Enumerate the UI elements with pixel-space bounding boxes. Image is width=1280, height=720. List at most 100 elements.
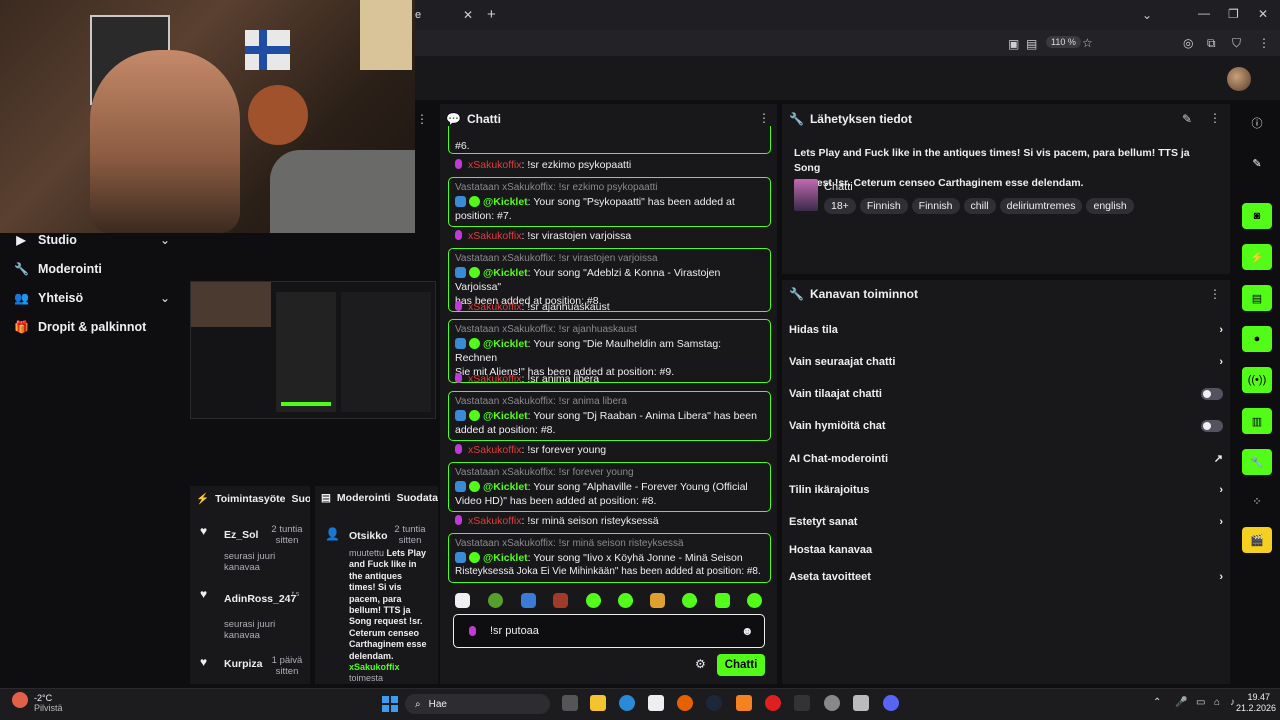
activity-item[interactable]: ♥ AdinRoss_247 t s seurasi juuri kanavaa (200, 587, 306, 641)
category-name[interactable]: Chatti (824, 181, 853, 193)
chat-message[interactable]: xSakukoffix: !sr minä seison risteyksess… (455, 515, 659, 527)
activity-item[interactable]: ♥ Ez_Sol 2 tuntia sitten seurasi juuri k… (200, 524, 306, 573)
weather-widget[interactable]: -2°C Pilvistä (34, 693, 63, 713)
username[interactable]: @Kicklet (483, 410, 528, 422)
emote-icon[interactable] (553, 593, 568, 608)
settings-icon[interactable]: ⚙ (695, 657, 706, 671)
opera-icon[interactable] (765, 695, 781, 711)
terminal-icon[interactable] (794, 695, 810, 711)
sidebar-item-studio[interactable]: ▶ Studio (14, 233, 77, 247)
chat-reply[interactable]: #6. (448, 126, 771, 154)
mic-icon[interactable]: 🎤 (1175, 697, 1187, 708)
action-age-restriction[interactable]: Tilin ikärajoitus › (789, 484, 1223, 496)
action-host-channel[interactable]: Hostaa kanavaa (789, 544, 1223, 556)
broadcast-icon[interactable]: ((•)) (1242, 367, 1272, 393)
pen-icon[interactable]: ✎ (1242, 150, 1272, 176)
layout-icon[interactable]: ▥ (1242, 408, 1272, 434)
username[interactable]: xSakukoffix (468, 515, 522, 527)
emote-icon[interactable] (747, 593, 762, 608)
chat-bubble-icon[interactable]: ● (1242, 326, 1272, 352)
toggle-switch[interactable] (1201, 420, 1223, 432)
tag[interactable]: 18+ (824, 198, 856, 214)
username[interactable]: @Kicklet (483, 196, 528, 208)
send-button[interactable]: Chatti (717, 654, 765, 676)
lightning-icon[interactable]: ⚡ (1242, 244, 1272, 270)
action-set-goals[interactable]: Aseta tavoitteet › (789, 571, 1223, 583)
emote-icon[interactable] (521, 593, 536, 608)
activity-user[interactable]: AdinRoss_247 (224, 593, 296, 605)
info-icon[interactable]: ⓘ (1242, 110, 1272, 136)
action-subscribers-only[interactable]: Vain tilaajat chatti (789, 388, 1223, 400)
taskbar-search[interactable]: ⌕ Hae (405, 694, 550, 714)
chat-reply[interactable]: Vastataan xSakukoffix: !sr ezkimo psykop… (448, 177, 771, 227)
chevron-down-icon[interactable]: ⌄ (160, 291, 170, 305)
action-followers-only[interactable]: Vain seuraajat chatti › (789, 356, 1223, 368)
more-icon[interactable]: ⋮ (1258, 36, 1270, 50)
chat-message[interactable]: xSakukoffix: !sr ezkimo psykopaatti (455, 159, 631, 171)
file-explorer-icon[interactable] (590, 695, 606, 711)
sidebar-item-yhteiso[interactable]: 👥 Yhteisö (14, 291, 83, 305)
activity-item[interactable]: ♥ Kurpiza 1 päivä sitten (200, 655, 306, 677)
firefox-icon[interactable] (677, 695, 693, 711)
more-icon[interactable]: ⋮ (1209, 287, 1221, 301)
username[interactable]: xSakukoffix (468, 301, 522, 313)
sidebar-item-dropit[interactable]: 🎁 Dropit & palkinnot (14, 320, 146, 334)
chat-reply[interactable]: Vastataan xSakukoffix: !sr anima libera … (448, 391, 771, 441)
emote-icon[interactable] (488, 593, 503, 608)
shield-icon[interactable]: ⛉ (1232, 36, 1241, 51)
emote-icon[interactable] (715, 593, 730, 608)
vlc-icon[interactable] (736, 695, 752, 711)
sidebar-item-moderointi[interactable]: 🔧 Moderointi (14, 262, 102, 276)
username[interactable]: @Kicklet (483, 338, 528, 350)
favorite-icon[interactable]: ☆ (1082, 36, 1093, 50)
tray-chevron-icon[interactable]: ⌃ (1153, 697, 1161, 708)
profile-icon[interactable]: ◎ (1183, 36, 1193, 50)
action-ai-moderation[interactable]: AI Chat-moderointi ↗ (789, 452, 1223, 466)
emote-icon[interactable] (586, 593, 601, 608)
username[interactable]: @Kicklet (483, 481, 528, 493)
avatar[interactable] (1227, 67, 1251, 91)
task-view-icon[interactable] (562, 695, 578, 711)
screenshot-icon[interactable]: ▣ (1008, 37, 1019, 51)
more-icon[interactable]: ⋮ (758, 111, 770, 125)
tag[interactable]: Finnish (859, 198, 908, 214)
emoji-icon[interactable]: ☻ (741, 624, 754, 638)
filter-label[interactable]: Suod (291, 493, 310, 505)
camera-icon[interactable]: ◙ (1242, 203, 1272, 229)
filter-label[interactable]: Suodata (397, 492, 438, 504)
clapper-icon[interactable]: 🎬 (1242, 527, 1272, 553)
clock[interactable]: 19.47 21.2.2026 (1236, 692, 1276, 714)
tag[interactable]: Finnish (911, 198, 960, 214)
reader-icon[interactable]: ▤ (1026, 37, 1037, 51)
zoom-level[interactable]: 110 % (1046, 36, 1081, 48)
chat-message[interactable]: xSakukoffix: !sr anima libera (455, 373, 599, 385)
mod-item-actor[interactable]: xSakukoffix (349, 662, 400, 672)
username[interactable]: xSakukoffix (468, 444, 522, 456)
username[interactable]: @Kicklet (483, 552, 528, 564)
new-tab-icon[interactable]: + (487, 6, 496, 23)
tag[interactable]: english (1086, 198, 1134, 214)
username[interactable]: xSakukoffix (468, 159, 522, 171)
username[interactable]: xSakukoffix (468, 230, 522, 242)
store-icon[interactable] (648, 695, 664, 711)
wrench-icon[interactable]: 🔧 (1242, 449, 1272, 475)
tag[interactable]: deliriumtremes (999, 198, 1083, 214)
category-thumbnail[interactable] (794, 179, 818, 211)
display-icon[interactable]: ▭ (1196, 697, 1205, 708)
edit-icon[interactable]: ✎ (1182, 112, 1192, 126)
extensions-icon[interactable]: ⧉ (1207, 36, 1216, 51)
action-blocked-words[interactable]: Estetyt sanat › (789, 516, 1223, 528)
start-icon[interactable] (382, 696, 398, 712)
more-icon[interactable]: ⋮ (416, 112, 428, 126)
stream-preview[interactable] (190, 281, 436, 419)
emote-icon[interactable] (618, 593, 633, 608)
minimize-icon[interactable]: — (1198, 6, 1210, 20)
chat-message[interactable]: xSakukoffix: !sr ajanhuaskaust (455, 301, 610, 313)
toggle-switch[interactable] (1201, 388, 1223, 400)
username[interactable]: @Kicklet (483, 267, 528, 279)
action-slow-mode[interactable]: Hidas tila › (789, 324, 1223, 336)
chat-message[interactable]: xSakukoffix: !sr forever young (455, 444, 606, 456)
username[interactable]: xSakukoffix (468, 373, 522, 385)
activity-user[interactable]: Ez_Sol (224, 529, 258, 541)
chevron-down-icon[interactable]: ⌄ (160, 233, 170, 247)
